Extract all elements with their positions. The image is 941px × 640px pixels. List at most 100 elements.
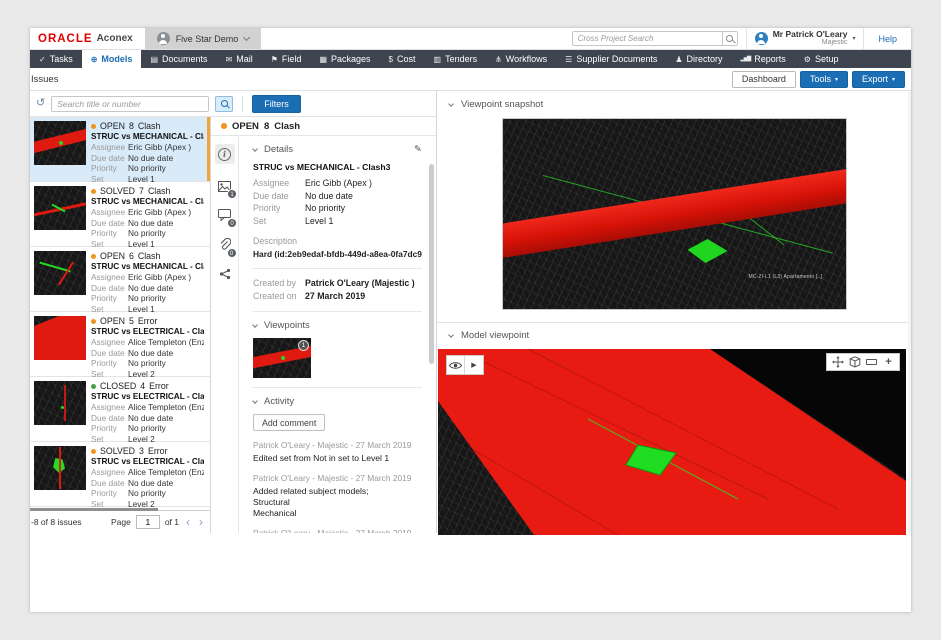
edit-icon[interactable]: ✎ — [414, 144, 422, 155]
tab-setup[interactable]: ⚙Setup — [795, 50, 848, 68]
tab-label: Tenders — [445, 54, 477, 64]
tab-directory[interactable]: ♟Directory — [666, 50, 731, 68]
tab-label: Workflows — [506, 54, 547, 64]
rectangle-icon — [866, 359, 877, 365]
bar-chart-icon: ▂▅▇ — [741, 56, 751, 62]
issue-card[interactable]: SOLVED7Clash STRUC vs MECHANICAL - Clash… — [30, 182, 210, 247]
details-section-header[interactable]: Details ✎ — [253, 144, 422, 155]
issue-search-button[interactable] — [215, 96, 233, 112]
tab-tenders[interactable]: ▥Tenders — [425, 50, 487, 68]
detail-due: No due date — [305, 190, 353, 203]
export-button[interactable]: Export▾ — [852, 71, 905, 88]
eye-icon — [449, 361, 462, 370]
tab-reports[interactable]: ▂▅▇Reports — [732, 50, 795, 68]
list-toolbar: ↺ Filters — [30, 91, 436, 117]
info-icon: i — [218, 148, 231, 161]
info-tab[interactable]: i — [215, 144, 235, 164]
model-viewer[interactable]: ▶ + — [438, 349, 906, 535]
description-value: Hard (id:2eb9edaf-bfdb-449d-a8ea-0fa7dc9… — [253, 249, 422, 259]
tab-mail[interactable]: ✉Mail — [217, 50, 262, 68]
detail-number: 8 — [264, 121, 269, 132]
viewpoints-section-header[interactable]: Viewpoints — [253, 320, 422, 331]
scrollbar[interactable] — [908, 91, 911, 533]
activity-section-header[interactable]: Activity — [253, 396, 422, 407]
model-viewpoint-section: Model viewpoint ▶ — [437, 323, 911, 535]
filters-button[interactable]: Filters — [252, 95, 301, 113]
issue-card[interactable]: SOLVED3Error STRUC vs ELECTRICAL - Clash… — [30, 442, 210, 507]
tab-models[interactable]: ⊕Models — [82, 50, 142, 68]
tools-button[interactable]: Tools▾ — [800, 71, 848, 88]
issue-card[interactable]: OPEN6Clash STRUC vs MECHANICAL - Clash1 … — [30, 247, 210, 312]
issue-title: STRUC vs MECHANICAL - Clash2 — [91, 197, 204, 207]
scrollbar[interactable] — [429, 164, 434, 364]
tab-documents[interactable]: ▤Documents — [141, 50, 216, 68]
viewpoints-tab[interactable]: 1 — [218, 181, 231, 192]
status-dot — [91, 319, 96, 324]
project-name: Five Star Demo — [176, 34, 239, 44]
prev-page-icon[interactable]: ‹ — [184, 517, 192, 527]
search-icon — [726, 35, 733, 42]
issue-card[interactable]: OPEN5Error STRUC vs ELECTRICAL - Clash4 … — [30, 312, 210, 377]
chevron-down-icon — [448, 101, 454, 107]
attachments-tab[interactable]: 0 — [219, 238, 231, 251]
issue-title: STRUC vs ELECTRICAL - Clash2 — [91, 457, 204, 467]
chevron-down-icon — [252, 322, 258, 328]
visibility-button[interactable] — [447, 356, 465, 374]
activity-text: Added related subject models; Structural… — [253, 486, 422, 519]
tab-supplier-documents[interactable]: ☰Supplier Documents — [556, 50, 666, 68]
dashboard-button[interactable]: Dashboard — [732, 71, 796, 88]
oracle-aconex-logo: ORACLE Aconex — [30, 28, 145, 49]
pan-button[interactable] — [829, 354, 846, 370]
tab-workflows[interactable]: ⋔Workflows — [486, 50, 556, 68]
issue-search-input[interactable] — [51, 96, 209, 112]
dollar-icon: $ — [389, 55, 393, 64]
tab-label: Field — [282, 54, 302, 64]
zoom-in-button[interactable]: + — [880, 354, 897, 370]
cross-project-search-input[interactable] — [572, 31, 722, 46]
tab-label: Cost — [397, 54, 416, 64]
viewpoint-thumbnail[interactable]: 1 — [253, 338, 311, 378]
user-org: Majestic — [773, 39, 848, 47]
package-icon: ▦ — [319, 55, 327, 64]
viewpoints-count-badge: 1 — [227, 189, 237, 199]
issue-card[interactable]: OPEN8Clash STRUC vs MECHANICAL - Clash3 … — [30, 117, 210, 182]
detail-set: Level 1 — [305, 215, 333, 228]
snapshot-section-header[interactable]: Viewpoint snapshot — [437, 99, 911, 110]
detail-title: STRUC vs MECHANICAL - Clash3 — [253, 162, 422, 172]
expand-toolbar-button[interactable]: ▶ — [465, 356, 483, 374]
user-avatar — [755, 32, 768, 45]
content: ↺ Filters OPEN8Clash STRUC vs MECHANICAL… — [30, 90, 911, 533]
issue-number: 8 — [129, 121, 134, 132]
next-page-icon[interactable]: › — [197, 517, 205, 527]
main-nav: ✓Tasks ⊕Models ▤Documents ✉Mail ⚑Field ▦… — [30, 50, 911, 68]
comments-tab[interactable]: 0 — [218, 209, 231, 221]
project-selector[interactable]: Five Star Demo — [145, 28, 262, 49]
add-comment-button[interactable]: Add comment — [253, 414, 325, 431]
issue-thumbnail — [34, 446, 86, 490]
section-view-button[interactable] — [863, 354, 880, 370]
tab-packages[interactable]: ▦Packages — [310, 50, 379, 68]
orbit-button[interactable] — [846, 354, 863, 370]
cube-icon — [849, 356, 861, 368]
activity-text: Edited set from Not in set to Level 1 — [253, 453, 422, 464]
tab-cost[interactable]: $ Cost — [380, 50, 425, 68]
description-label: Description — [253, 236, 422, 246]
page-number-input[interactable] — [136, 515, 160, 529]
refresh-icon[interactable]: ↺ — [36, 98, 45, 109]
play-icon: ▶ — [471, 361, 476, 369]
search-icon — [221, 100, 228, 107]
help-link[interactable]: Help — [863, 28, 911, 49]
tenders-icon: ▥ — [434, 55, 442, 64]
issue-card[interactable]: CLOSED4Error STRUC vs ELECTRICAL - Clash… — [30, 377, 210, 442]
tab-tasks[interactable]: ✓Tasks — [30, 50, 82, 68]
related-models-tab[interactable] — [219, 268, 231, 280]
gear-icon: ⚙ — [804, 55, 811, 64]
divider — [253, 268, 422, 269]
issue-thumbnail — [34, 251, 86, 295]
status-dot — [91, 384, 96, 389]
issue-title: STRUC vs ELECTRICAL - Clash4 — [91, 327, 204, 337]
model-section-header[interactable]: Model viewpoint — [437, 330, 911, 341]
tab-field[interactable]: ⚑Field — [262, 50, 311, 68]
user-menu[interactable]: Mr Patrick O'Leary Majestic ▾ — [746, 28, 864, 49]
search-button[interactable] — [722, 31, 738, 46]
